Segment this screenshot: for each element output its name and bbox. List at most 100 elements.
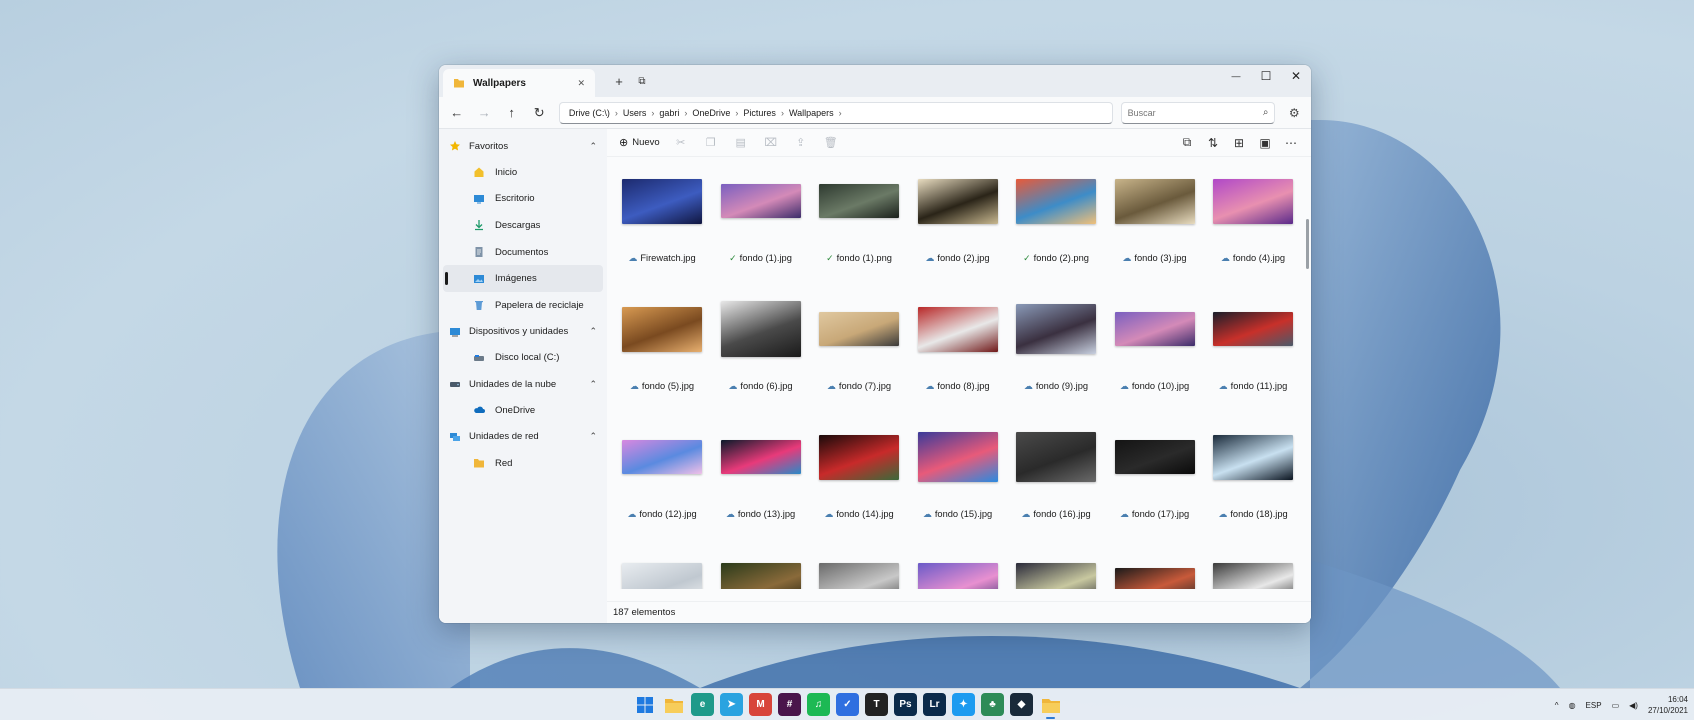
file-tile[interactable]: ☁ fondo (15).jpg <box>909 417 1007 545</box>
thumbnail[interactable] <box>1114 161 1195 241</box>
chevron-up-icon[interactable]: ⌃ <box>589 141 597 152</box>
network-icon[interactable]: ▭ <box>1612 701 1620 710</box>
file-tile[interactable]: ☁ fondo (18).jpg <box>1204 417 1302 545</box>
thumbnail[interactable] <box>1114 545 1195 589</box>
vpn-icon[interactable]: ◍ <box>1569 701 1576 710</box>
files-app-icon[interactable] <box>1039 693 1062 719</box>
file-tile[interactable]: ☁ fondo (13).jpg <box>712 417 810 545</box>
cube-app-icon[interactable]: ◆ <box>1010 693 1033 716</box>
refresh-button[interactable]: ↻ <box>527 101 550 125</box>
twitter-icon[interactable]: ✦ <box>952 693 975 716</box>
thumbnail[interactable] <box>1114 289 1195 369</box>
file-tile[interactable]: ✓ fondo (1).jpg <box>712 161 810 289</box>
file-tile[interactable]: ☁ fondo (14).jpg <box>810 417 908 545</box>
sidebar-item-inicio[interactable]: Inicio <box>443 159 603 186</box>
thumbnail[interactable] <box>917 289 998 369</box>
sidebar-section-favoritos[interactable]: Favoritos ⌃ <box>439 133 607 159</box>
breadcrumb-item[interactable]: Drive (C:\) <box>564 108 615 118</box>
file-tile[interactable]: ☁ fondo (10).jpg <box>1106 289 1204 417</box>
thumbnail[interactable] <box>917 161 998 241</box>
start-icon[interactable] <box>633 693 656 716</box>
file-tile[interactable]: ✓ fondo (2).png <box>1007 161 1105 289</box>
duplicate-tab-button[interactable]: ⧉ <box>632 71 652 91</box>
sidebar-item-im-genes[interactable]: Imágenes <box>443 265 603 292</box>
thumbnail[interactable] <box>819 417 899 497</box>
breadcrumb-item[interactable]: OneDrive <box>687 108 735 118</box>
breadcrumb-separator-icon[interactable]: › <box>839 108 842 118</box>
breadcrumb-item[interactable]: Users <box>618 108 652 118</box>
file-tile[interactable] <box>712 545 810 589</box>
copy-button[interactable]: ❐ <box>700 132 722 154</box>
thumbnail[interactable] <box>720 545 801 589</box>
search-box[interactable]: ⌕ <box>1120 101 1276 124</box>
thumbnail[interactable] <box>622 417 702 497</box>
thumbnail[interactable] <box>720 161 801 241</box>
chevron-up-icon[interactable]: ⌃ <box>589 431 597 442</box>
back-button[interactable]: ← <box>445 101 468 125</box>
maximize-button[interactable]: ☐ <box>1251 65 1281 87</box>
plant-app-icon[interactable]: ♣ <box>981 693 1004 716</box>
photoshop-icon[interactable]: Ps <box>894 693 917 716</box>
new-button[interactable]: ⊕ Nuevo <box>617 132 662 154</box>
sidebar-section-dispositivos-y-unidades[interactable]: Dispositivos y unidades ⌃ <box>439 319 607 345</box>
thumbnail[interactable] <box>1016 545 1096 589</box>
thumbnail[interactable] <box>622 289 702 369</box>
thumbnail[interactable] <box>1016 289 1096 369</box>
file-tile[interactable]: ☁ Firewatch.jpg <box>613 161 711 289</box>
details-pane-button[interactable]: ▣ <box>1255 133 1275 153</box>
delete-button[interactable]: 🗑 <box>820 132 842 154</box>
file-tile[interactable]: ☁ fondo (4).jpg <box>1204 161 1302 289</box>
volume-icon[interactable]: ◀) <box>1629 701 1638 710</box>
telegram-icon[interactable]: ➤ <box>720 693 743 716</box>
preview-toggle-button[interactable]: ⧉ <box>1177 133 1197 153</box>
sidebar-section-unidades-de-la-nube[interactable]: Unidades de la nube ⌃ <box>439 371 607 397</box>
more-options-button[interactable]: ⋯ <box>1281 133 1301 153</box>
file-tile[interactable]: ☁ fondo (5).jpg <box>613 289 711 417</box>
settings-button[interactable]: ⚙ <box>1283 102 1305 124</box>
forward-button[interactable]: → <box>472 101 495 125</box>
spotify-icon[interactable]: ♫ <box>807 693 830 716</box>
typora-icon[interactable]: T <box>865 693 888 716</box>
vertical-scrollbar[interactable] <box>1306 219 1309 269</box>
file-tile[interactable] <box>1106 545 1204 589</box>
slack-icon[interactable]: # <box>778 693 801 716</box>
thumbnail[interactable] <box>622 161 702 241</box>
sidebar-item-descargas[interactable]: Descargas <box>443 212 603 239</box>
language-indicator[interactable]: ESP <box>1586 701 1602 710</box>
close-tab-icon[interactable]: ✕ <box>577 78 585 89</box>
thumbnail[interactable] <box>1213 417 1293 497</box>
file-tile[interactable]: ☁ fondo (3).jpg <box>1106 161 1204 289</box>
layout-button[interactable]: ⊞ <box>1229 133 1249 153</box>
file-tile[interactable]: ☁ fondo (2).jpg <box>909 161 1007 289</box>
file-tile[interactable]: ☁ fondo (6).jpg <box>712 289 810 417</box>
thumbnail[interactable] <box>819 545 899 589</box>
sort-button[interactable]: ⇅ <box>1203 133 1223 153</box>
minimize-button[interactable]: — <box>1221 65 1251 87</box>
sidebar-section-unidades-de-red[interactable]: Unidades de red ⌃ <box>439 424 607 450</box>
thumbnail[interactable] <box>1016 161 1096 241</box>
file-tile[interactable]: ✓ fondo (1).png <box>810 161 908 289</box>
search-input[interactable] <box>1127 107 1263 118</box>
tab-wallpapers[interactable]: Wallpapers ✕ <box>443 69 595 97</box>
thumbnail[interactable] <box>720 289 801 369</box>
file-tile[interactable]: ☁ fondo (7).jpg <box>810 289 908 417</box>
thumbnail[interactable] <box>917 545 998 589</box>
edge-icon[interactable]: e <box>691 693 714 716</box>
file-tile[interactable] <box>1204 545 1302 589</box>
paste-button[interactable]: ▤ <box>730 132 752 154</box>
file-tile[interactable] <box>613 545 711 589</box>
breadcrumb-item[interactable]: Pictures <box>738 108 781 118</box>
new-tab-button[interactable]: + <box>609 71 629 91</box>
breadcrumb-item[interactable]: gabri <box>654 108 684 118</box>
sidebar-item-documentos[interactable]: Documentos <box>443 239 603 266</box>
search-icon[interactable]: ⌕ <box>1263 107 1269 118</box>
thumbnail[interactable] <box>819 161 899 241</box>
file-tile[interactable] <box>810 545 908 589</box>
thumbnail[interactable] <box>1213 161 1293 241</box>
thumbnail[interactable] <box>622 545 702 589</box>
file-tile[interactable]: ☁ fondo (16).jpg <box>1007 417 1105 545</box>
file-tile[interactable]: ☁ fondo (17).jpg <box>1106 417 1204 545</box>
thumbnail[interactable] <box>819 289 899 369</box>
thumbnail[interactable] <box>1016 417 1096 497</box>
file-tile[interactable]: ☁ fondo (11).jpg <box>1204 289 1302 417</box>
